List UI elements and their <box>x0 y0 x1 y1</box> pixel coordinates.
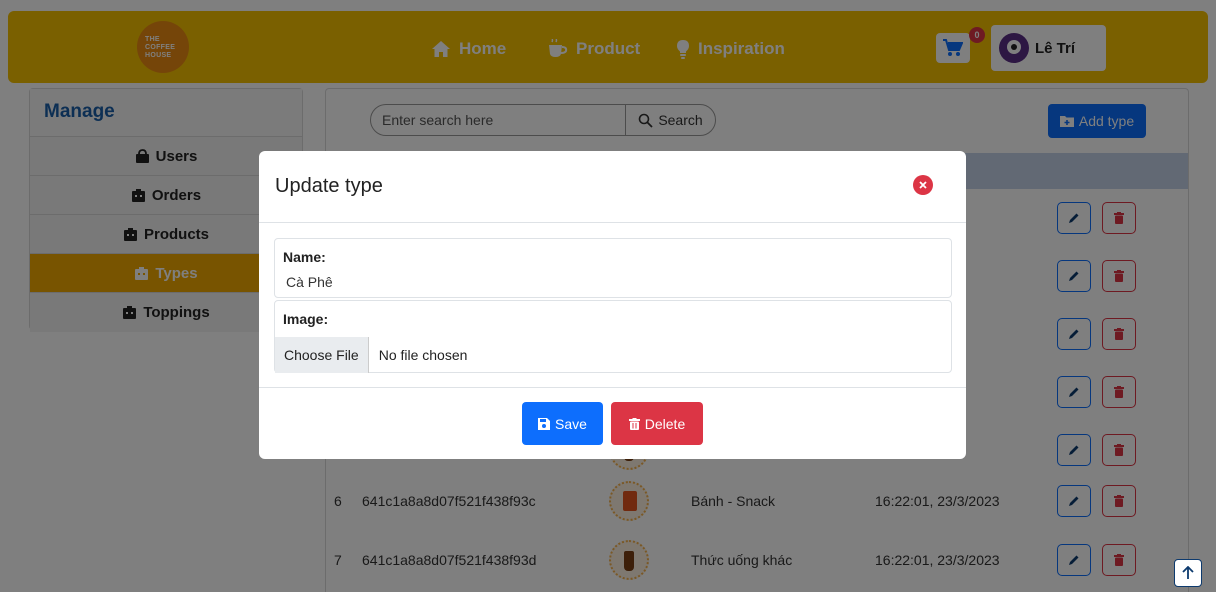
trash-icon <box>628 417 640 430</box>
delete-label: Delete <box>644 415 686 432</box>
file-input[interactable]: Choose File No file chosen <box>275 337 951 373</box>
name-field-group: Name: Cà Phê <box>274 238 952 298</box>
update-type-modal: Update type Name: Cà Phê Image: Choose F… <box>259 151 966 459</box>
close-icon <box>919 181 927 189</box>
delete-type-button[interactable]: Delete <box>611 402 703 445</box>
image-field-group: Image: Choose File No file chosen <box>274 300 952 373</box>
save-button[interactable]: Save <box>522 402 603 445</box>
file-status: No file chosen <box>378 347 468 363</box>
choose-file-button[interactable]: Choose File <box>275 337 369 373</box>
floppy-icon <box>538 417 551 430</box>
modal-title: Update type <box>275 175 383 197</box>
scroll-to-top-button[interactable] <box>1174 559 1202 587</box>
image-label: Image: <box>283 311 329 327</box>
save-label: Save <box>555 415 587 432</box>
name-label: Name: <box>283 249 326 265</box>
modal-header: Update type <box>259 151 966 223</box>
name-input[interactable]: Cà Phê <box>275 265 951 290</box>
arrow-up-icon <box>1182 566 1194 579</box>
close-button[interactable] <box>913 175 933 195</box>
modal-footer: Save Delete <box>259 387 966 459</box>
